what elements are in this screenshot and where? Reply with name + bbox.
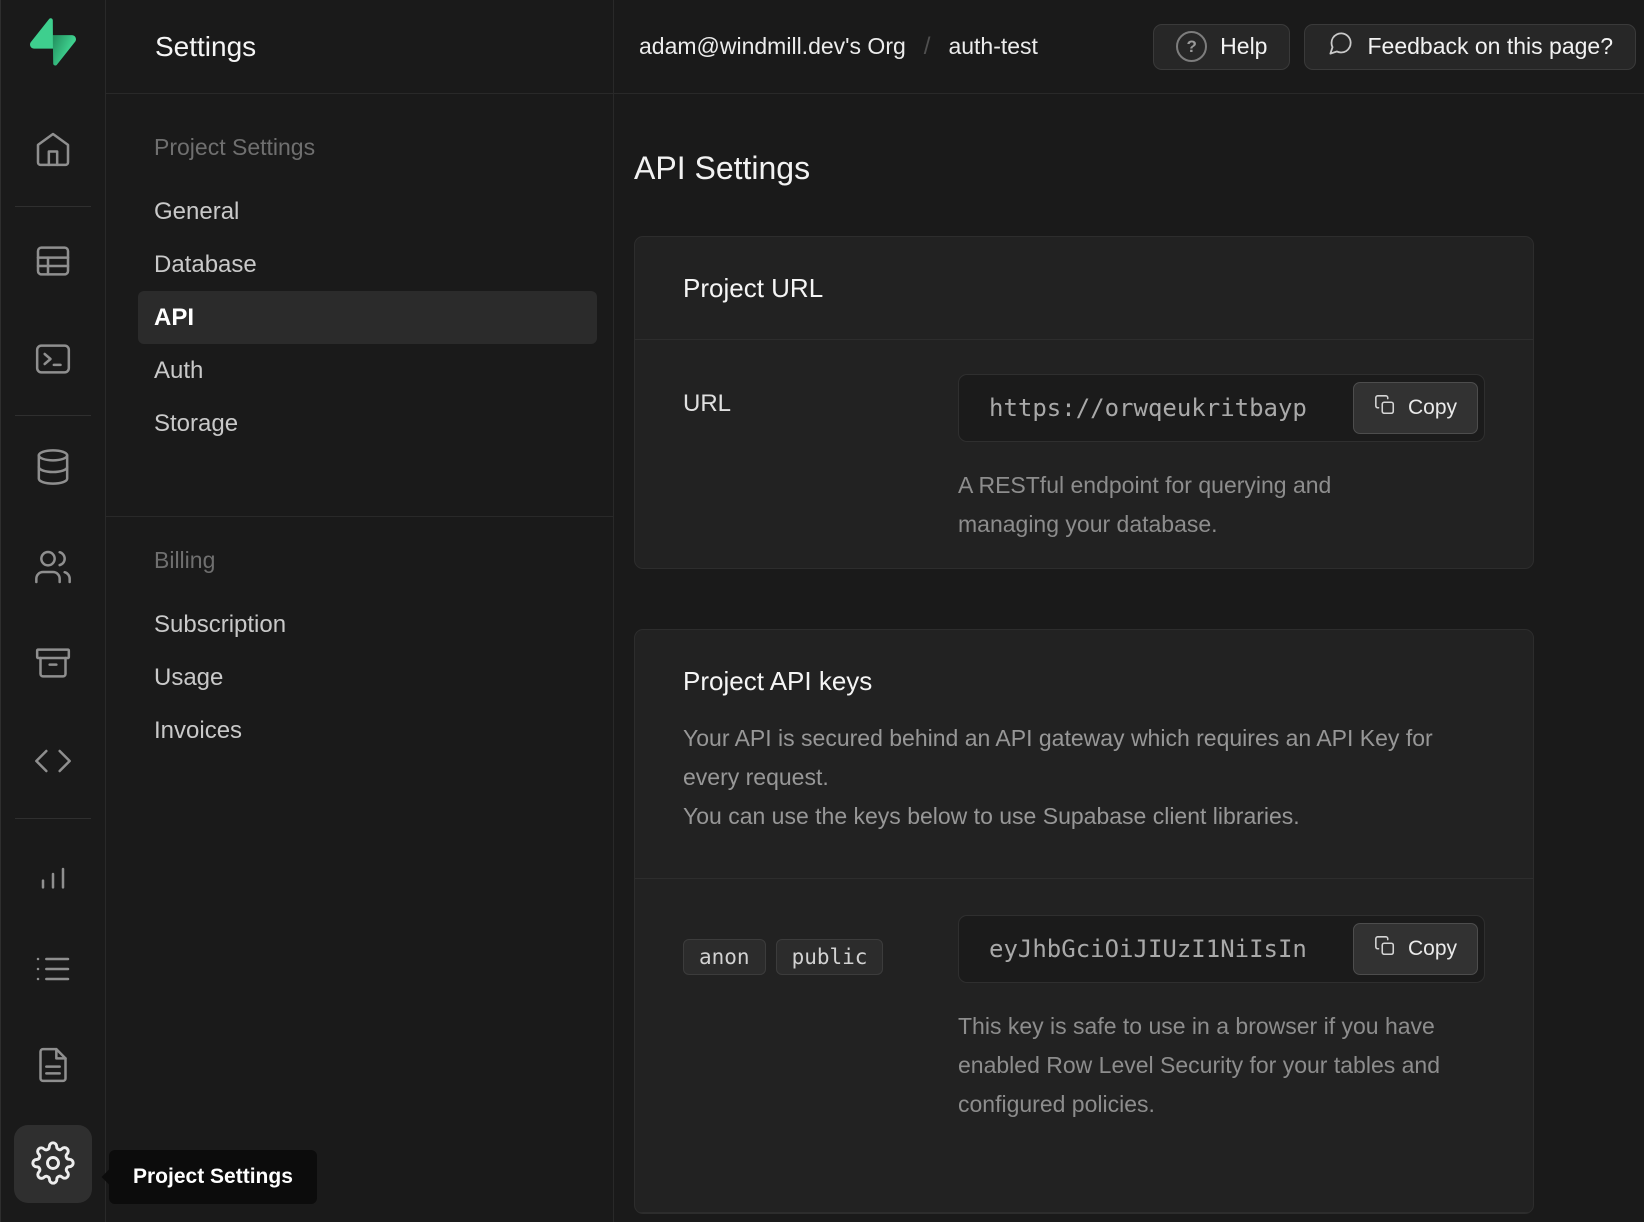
tooltip-label: Project Settings: [133, 1165, 293, 1189]
rail-item-project-settings[interactable]: [14, 1125, 92, 1203]
chat-bubble-icon: [1327, 30, 1354, 63]
settings-nav: Settings Project Settings General Databa…: [106, 0, 614, 1222]
anon-badge: anon: [683, 939, 766, 975]
section-label-billing: Billing: [138, 547, 597, 574]
copy-icon: [1374, 394, 1396, 422]
section-label-project-settings: Project Settings: [138, 134, 597, 161]
nav-item-subscription[interactable]: Subscription: [138, 598, 597, 651]
rail-divider: [15, 415, 91, 416]
nav-item-api[interactable]: API: [138, 291, 597, 344]
nav-item-database[interactable]: Database: [138, 238, 597, 291]
rail-divider: [15, 818, 91, 819]
breadcrumb-separator: /: [924, 33, 931, 61]
terminal-icon: [33, 339, 73, 382]
main-area: adam@windmill.dev's Org / auth-test ? He…: [614, 0, 1644, 1222]
api-keys-description-1: Your API is secured behind an API gatewa…: [683, 719, 1483, 797]
supabase-logo[interactable]: [1, 0, 105, 89]
help-button[interactable]: ? Help: [1153, 24, 1290, 70]
api-keys-description-2: You can use the keys below to use Supaba…: [683, 797, 1483, 836]
anon-key-input[interactable]: eyJhbGciOiJIUzI1NiIsIn Copy: [958, 915, 1485, 983]
supabase-bolt-icon: [30, 18, 76, 71]
project-url-card-title: Project URL: [683, 273, 1485, 304]
rail-item-table-editor[interactable]: [29, 238, 77, 286]
help-icon: ?: [1176, 31, 1207, 62]
copy-url-label: Copy: [1408, 396, 1457, 420]
rail-item-reports[interactable]: [29, 851, 77, 899]
rail-item-database[interactable]: [29, 444, 77, 492]
rail-item-storage[interactable]: [29, 640, 77, 688]
breadcrumb-org[interactable]: adam@windmill.dev's Org: [639, 33, 906, 60]
key-row-divider: [635, 1212, 1533, 1213]
anon-key-help-text: This key is safe to use in a browser if …: [958, 1007, 1468, 1124]
breadcrumb-project[interactable]: auth-test: [948, 33, 1038, 60]
feedback-button-label: Feedback on this page?: [1367, 33, 1613, 60]
table-icon: [33, 241, 73, 284]
users-icon: [33, 547, 73, 590]
bar-chart-icon: [33, 854, 73, 897]
nav-section-divider: [106, 516, 613, 517]
api-settings-page: API Settings Project URL URL https://orw…: [614, 94, 1644, 1222]
home-icon: [33, 129, 73, 172]
feedback-button[interactable]: Feedback on this page?: [1304, 24, 1636, 70]
project-url-input[interactable]: https://orwqeukritbayp Copy: [958, 374, 1485, 442]
rail-item-logs[interactable]: [29, 946, 77, 994]
code-icon: [33, 741, 73, 784]
url-help-text: A RESTful endpoint for querying and mana…: [958, 466, 1428, 544]
copy-icon: [1374, 935, 1396, 963]
archive-box-icon: [33, 643, 73, 686]
public-badge: public: [776, 939, 884, 975]
project-api-keys-card: Project API keys Your API is secured beh…: [634, 629, 1534, 1214]
app-window: Project Settings Settings Project Settin…: [1, 0, 1644, 1222]
project-settings-tooltip: Project Settings: [109, 1150, 317, 1204]
api-keys-card-title: Project API keys: [683, 666, 1485, 697]
nav-item-general[interactable]: General: [138, 185, 597, 238]
rail-item-auth[interactable]: [29, 544, 77, 592]
copy-anon-key-label: Copy: [1408, 937, 1457, 961]
nav-item-auth[interactable]: Auth: [138, 344, 597, 397]
rail-item-sql-editor[interactable]: [29, 336, 77, 384]
nav-item-invoices[interactable]: Invoices: [138, 704, 597, 757]
page-title: API Settings: [634, 148, 1644, 188]
copy-url-button[interactable]: Copy: [1353, 382, 1478, 434]
rail-item-docs[interactable]: [29, 1042, 77, 1090]
database-icon: [33, 447, 73, 490]
nav-item-usage[interactable]: Usage: [138, 651, 597, 704]
nav-item-storage[interactable]: Storage: [138, 397, 597, 450]
rail-item-home[interactable]: [29, 126, 77, 174]
url-field-label: URL: [683, 374, 958, 544]
gear-icon: [31, 1141, 75, 1188]
rail-divider: [15, 206, 91, 207]
icon-sidebar: Project Settings: [1, 0, 106, 1222]
settings-nav-title: Settings: [106, 0, 613, 94]
key-badges: anon public: [683, 931, 958, 975]
header-actions: ? Help Feedback on this page?: [1153, 24, 1636, 70]
anon-key-value: eyJhbGciOiJIUzI1NiIsIn: [989, 935, 1307, 963]
list-icon: [33, 949, 73, 992]
main-header: adam@windmill.dev's Org / auth-test ? He…: [614, 0, 1644, 94]
help-button-label: Help: [1220, 33, 1267, 60]
project-url-card: Project URL URL https://orwqeukritbayp C…: [634, 236, 1534, 569]
project-url-value: https://orwqeukritbayp: [989, 394, 1307, 422]
rail-item-edge-functions[interactable]: [29, 738, 77, 786]
copy-anon-key-button[interactable]: Copy: [1353, 923, 1478, 975]
breadcrumb: adam@windmill.dev's Org / auth-test: [639, 33, 1038, 61]
file-text-icon: [33, 1045, 73, 1088]
